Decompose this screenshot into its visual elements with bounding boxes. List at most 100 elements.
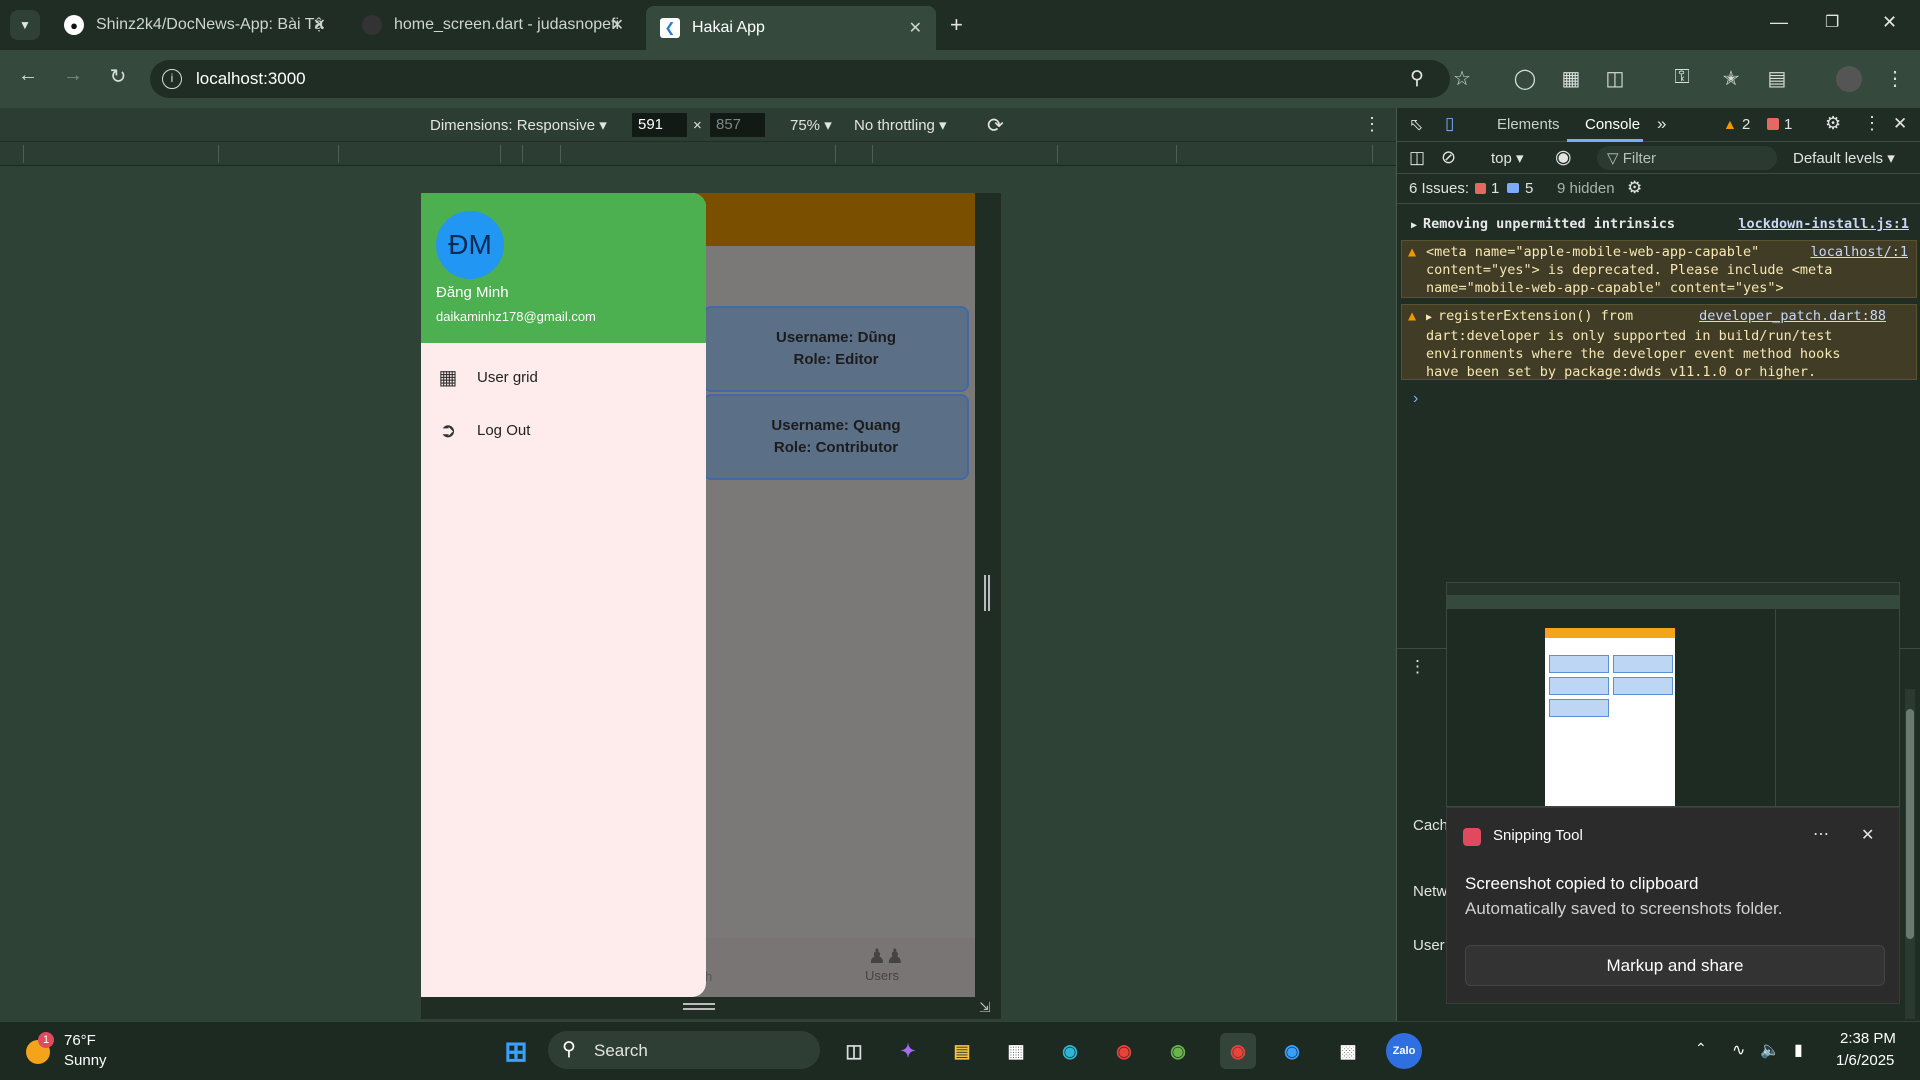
edge-icon[interactable]: ◉ [1052, 1033, 1088, 1069]
issues-settings-icon[interactable]: ⚙ [1627, 178, 1642, 198]
taskbar-search[interactable]: ⚲ Search [548, 1031, 820, 1069]
width-input[interactable]: 591 [632, 113, 687, 137]
chrome-active-icon[interactable]: ◉ [1220, 1033, 1256, 1069]
close-devtools-icon[interactable]: ✕ [1893, 114, 1907, 134]
reload-icon[interactable]: ↻ [103, 64, 133, 89]
tray-chevron-icon[interactable]: ⌃ [1695, 1040, 1707, 1057]
screenshot-thumbnail[interactable] [1446, 582, 1900, 807]
sidebar-toggle-icon[interactable]: ◫ [1409, 148, 1425, 168]
devtools-menu-icon[interactable]: ⋮ [1863, 113, 1881, 134]
media-query-ruler [0, 142, 1396, 166]
app-icon[interactable]: ▩ [1330, 1033, 1366, 1069]
store-icon[interactable]: ▦ [998, 1033, 1034, 1069]
task-view-icon[interactable]: ◫ [836, 1033, 872, 1069]
inspect-icon[interactable]: ⬁ [1409, 115, 1423, 135]
more-tabs-icon[interactable]: » [1657, 114, 1666, 134]
drawer-item-log-out[interactable]: ➲ Log Out [421, 404, 706, 456]
tab-search-button[interactable]: ▼ [10, 10, 40, 40]
device-options-icon[interactable]: ⋮ [1363, 114, 1381, 135]
dimensions-label: Dimensions: Responsive [430, 117, 596, 134]
zoom-dropdown[interactable]: 75% ▾ [790, 116, 832, 134]
resize-handle-bottom-icon[interactable] [683, 1003, 715, 1010]
wifi-icon[interactable]: ∿ [1732, 1040, 1745, 1060]
nav-item-users[interactable]: Users [865, 968, 899, 983]
favorites-icon[interactable]: ✭ [1716, 66, 1746, 91]
close-tab-icon[interactable]: ✕ [909, 18, 922, 38]
zoom-icon[interactable]: ⚲ [1410, 67, 1424, 90]
ruler-tick [23, 145, 24, 163]
translate-icon[interactable]: ▤ [1762, 66, 1792, 91]
puzzle-icon[interactable]: ◫ [1600, 66, 1630, 91]
toast-close-icon[interactable]: ✕ [1861, 825, 1874, 845]
rotate-icon[interactable]: ⟳ [987, 113, 1004, 138]
settings-icon[interactable]: ⚙ [1825, 113, 1841, 134]
tab-github-docnews[interactable]: ● Shinz2k4/DocNews-App: Bài Tậ ✕ [50, 8, 340, 42]
dimensions-dropdown[interactable]: Dimensions: Responsive ▾ [430, 116, 607, 134]
source-link[interactable]: localhost/:1 [1810, 243, 1908, 261]
copilot-icon[interactable]: ✦ [890, 1033, 926, 1069]
drawer-menu-icon[interactable]: ⋮ [1409, 657, 1426, 677]
qr-extension-icon[interactable]: ▦ [1556, 66, 1586, 91]
clear-console-icon[interactable]: ⊘ [1441, 147, 1456, 168]
close-tab-icon[interactable]: ✕ [611, 15, 624, 35]
filter-input[interactable]: ▽ Filter [1597, 146, 1777, 170]
height-input[interactable]: 857 [710, 113, 765, 137]
drawer-item-user-grid[interactable]: ▦ User grid [421, 351, 706, 403]
context-selector[interactable]: top ▾ [1491, 149, 1524, 167]
drawer-partial-cache: Cach [1413, 817, 1449, 834]
user-card[interactable]: Username: Dũng Role: Editor [703, 306, 969, 392]
battery-icon[interactable]: ▮ [1794, 1040, 1803, 1060]
chrome-icon[interactable]: ◉ [1106, 1033, 1142, 1069]
file-explorer-icon[interactable]: ▤ [944, 1033, 980, 1069]
start-button[interactable]: ⊞ [498, 1033, 534, 1069]
weather-widget[interactable]: 1 76°F Sunny [26, 1032, 116, 1072]
chrome-profile-icon[interactable]: ◉ [1274, 1033, 1310, 1069]
scrollbar-thumb[interactable] [1906, 709, 1914, 939]
thumb-card [1549, 655, 1609, 673]
users-icon[interactable]: ♟♟ [868, 944, 904, 969]
warning-line: registerExtension() from [1438, 308, 1634, 324]
back-icon[interactable]: ← [13, 64, 43, 87]
tab-elements[interactable]: Elements [1497, 116, 1560, 133]
clock-time[interactable]: 2:38 PM [1840, 1030, 1896, 1047]
source-link[interactable]: lockdown-install.js:1 [1738, 215, 1909, 233]
profile-avatar[interactable] [1836, 66, 1862, 92]
live-expression-icon[interactable]: ◉ [1555, 146, 1572, 169]
clock-date[interactable]: 1/6/2025 [1836, 1052, 1894, 1069]
tab-console[interactable]: Console [1585, 116, 1640, 133]
site-info-icon[interactable]: i [162, 69, 182, 89]
resize-corner-icon[interactable]: ⇲ [979, 999, 991, 1016]
menu-kebab-icon[interactable]: ⋮ [1880, 66, 1910, 91]
minimize-icon[interactable]: — [1770, 12, 1788, 33]
issues-info-icon [1507, 183, 1519, 193]
log-levels-dropdown[interactable]: Default levels ▾ [1793, 149, 1895, 167]
restore-icon[interactable]: ❐ [1825, 12, 1839, 32]
console-prompt-icon[interactable]: › [1413, 390, 1418, 408]
close-window-icon[interactable]: ✕ [1882, 12, 1897, 33]
tab-hakai-app[interactable]: ❮ Hakai App ✕ [646, 6, 936, 50]
expand-icon[interactable]: ▶ [1411, 220, 1417, 231]
close-tab-icon[interactable]: ✕ [313, 15, 326, 35]
user-card[interactable]: Username: Quang Role: Contributor [703, 394, 969, 480]
expand-icon[interactable]: ▶ [1426, 312, 1438, 323]
forward-icon[interactable]: → [58, 64, 88, 87]
toast-more-icon[interactable]: ⋯ [1813, 824, 1829, 844]
password-key-icon[interactable]: ⚿ [1667, 66, 1697, 89]
thumb-card [1549, 677, 1609, 695]
zalo-icon[interactable]: Zalo [1386, 1033, 1422, 1069]
issues-bar[interactable]: 6 Issues: 1 5 9 hidden ⚙ [1397, 174, 1920, 204]
address-bar[interactable]: i localhost:3000 ⚲ [150, 60, 1450, 98]
errors-count[interactable]: 1 [1784, 116, 1792, 133]
resize-handle-icon[interactable] [984, 575, 990, 611]
device-toggle-icon[interactable]: ▯ [1445, 114, 1454, 134]
volume-icon[interactable]: 🔈 [1760, 1040, 1780, 1060]
bookmark-star-icon[interactable]: ☆ [1447, 66, 1477, 91]
extension-icon[interactable]: ◯ [1510, 66, 1540, 91]
throttling-dropdown[interactable]: No throttling ▾ [854, 116, 947, 134]
source-link[interactable]: developer_patch.dart:88 [1699, 307, 1886, 325]
chrome-canary-icon[interactable]: ◉ [1160, 1033, 1196, 1069]
warnings-count[interactable]: 2 [1742, 116, 1750, 133]
tab-home-screen[interactable]: home_screen.dart - judasnopefi ✕ [348, 8, 638, 42]
new-tab-icon[interactable]: + [950, 12, 963, 38]
markup-and-share-button[interactable]: Markup and share [1465, 945, 1885, 986]
